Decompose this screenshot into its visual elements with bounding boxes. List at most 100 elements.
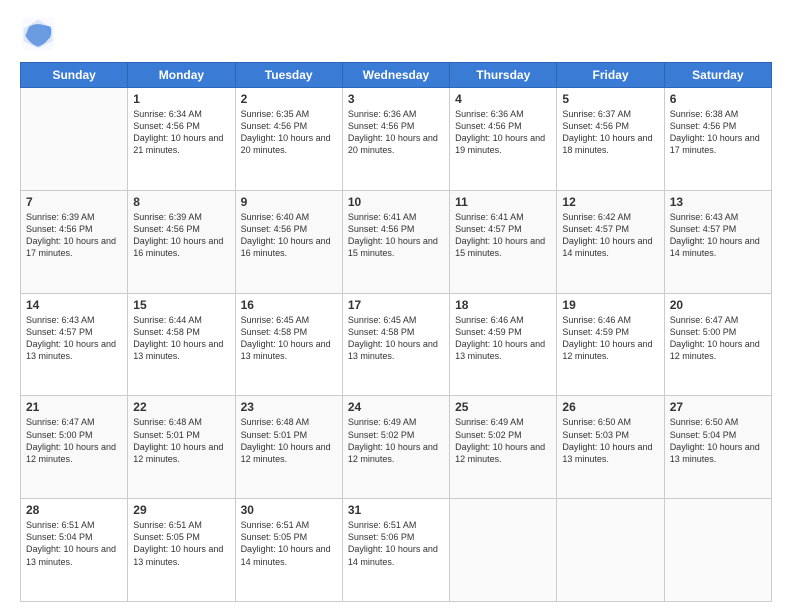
- day-info: Sunrise: 6:38 AM Sunset: 4:56 PM Dayligh…: [670, 108, 766, 157]
- day-info: Sunrise: 6:36 AM Sunset: 4:56 PM Dayligh…: [455, 108, 551, 157]
- calendar-day-cell: [664, 499, 771, 602]
- logo-icon: [20, 16, 56, 52]
- day-number: 11: [455, 195, 551, 209]
- day-info: Sunrise: 6:39 AM Sunset: 4:56 PM Dayligh…: [26, 211, 122, 260]
- day-info: Sunrise: 6:50 AM Sunset: 5:04 PM Dayligh…: [670, 416, 766, 465]
- calendar-day-cell: 7 Sunrise: 6:39 AM Sunset: 4:56 PM Daylig…: [21, 190, 128, 293]
- day-info: Sunrise: 6:43 AM Sunset: 4:57 PM Dayligh…: [670, 211, 766, 260]
- day-info: Sunrise: 6:46 AM Sunset: 4:59 PM Dayligh…: [455, 314, 551, 363]
- day-info: Sunrise: 6:41 AM Sunset: 4:57 PM Dayligh…: [455, 211, 551, 260]
- calendar-day-cell: 13 Sunrise: 6:43 AM Sunset: 4:57 PM Dayli…: [664, 190, 771, 293]
- day-info: Sunrise: 6:47 AM Sunset: 5:00 PM Dayligh…: [670, 314, 766, 363]
- day-info: Sunrise: 6:45 AM Sunset: 4:58 PM Dayligh…: [348, 314, 444, 363]
- day-info: Sunrise: 6:51 AM Sunset: 5:04 PM Dayligh…: [26, 519, 122, 568]
- day-number: 19: [562, 298, 658, 312]
- calendar-day-cell: 27 Sunrise: 6:50 AM Sunset: 5:04 PM Dayli…: [664, 396, 771, 499]
- calendar-week-row: 21 Sunrise: 6:47 AM Sunset: 5:00 PM Dayli…: [21, 396, 772, 499]
- day-number: 24: [348, 400, 444, 414]
- weekday-header-cell: Thursday: [450, 63, 557, 88]
- calendar-day-cell: 20 Sunrise: 6:47 AM Sunset: 5:00 PM Dayli…: [664, 293, 771, 396]
- day-number: 26: [562, 400, 658, 414]
- weekday-header-cell: Wednesday: [342, 63, 449, 88]
- day-number: 15: [133, 298, 229, 312]
- calendar-day-cell: 8 Sunrise: 6:39 AM Sunset: 4:56 PM Daylig…: [128, 190, 235, 293]
- day-info: Sunrise: 6:49 AM Sunset: 5:02 PM Dayligh…: [455, 416, 551, 465]
- calendar-week-row: 1Sunrise: 6:34 AM Sunset: 4:56 PM Daylig…: [21, 88, 772, 191]
- day-number: 17: [348, 298, 444, 312]
- day-info: Sunrise: 6:47 AM Sunset: 5:00 PM Dayligh…: [26, 416, 122, 465]
- calendar-table: SundayMondayTuesdayWednesdayThursdayFrid…: [20, 62, 772, 602]
- calendar-day-cell: 26 Sunrise: 6:50 AM Sunset: 5:03 PM Dayli…: [557, 396, 664, 499]
- day-number: 22: [133, 400, 229, 414]
- day-info: Sunrise: 6:36 AM Sunset: 4:56 PM Dayligh…: [348, 108, 444, 157]
- calendar-day-cell: 2Sunrise: 6:35 AM Sunset: 4:56 PM Daylig…: [235, 88, 342, 191]
- day-number: 28: [26, 503, 122, 517]
- day-number: 8: [133, 195, 229, 209]
- weekday-header-row: SundayMondayTuesdayWednesdayThursdayFrid…: [21, 63, 772, 88]
- day-number: 13: [670, 195, 766, 209]
- calendar-day-cell: 28 Sunrise: 6:51 AM Sunset: 5:04 PM Dayli…: [21, 499, 128, 602]
- day-info: Sunrise: 6:45 AM Sunset: 4:58 PM Dayligh…: [241, 314, 337, 363]
- day-number: 16: [241, 298, 337, 312]
- calendar-day-cell: 24 Sunrise: 6:49 AM Sunset: 5:02 PM Dayli…: [342, 396, 449, 499]
- calendar-day-cell: 10Sunrise: 6:41 AM Sunset: 4:56 PM Dayli…: [342, 190, 449, 293]
- day-number: 7: [26, 195, 122, 209]
- day-number: 14: [26, 298, 122, 312]
- day-number: 31: [348, 503, 444, 517]
- calendar-day-cell: 31Sunrise: 6:51 AM Sunset: 5:06 PM Dayli…: [342, 499, 449, 602]
- calendar-day-cell: 15 Sunrise: 6:44 AM Sunset: 4:58 PM Dayli…: [128, 293, 235, 396]
- day-info: Sunrise: 6:46 AM Sunset: 4:59 PM Dayligh…: [562, 314, 658, 363]
- logo: [20, 16, 60, 52]
- day-number: 21: [26, 400, 122, 414]
- calendar-day-cell: 22 Sunrise: 6:48 AM Sunset: 5:01 PM Dayli…: [128, 396, 235, 499]
- day-number: 10: [348, 195, 444, 209]
- calendar-day-cell: 30 Sunrise: 6:51 AM Sunset: 5:05 PM Dayli…: [235, 499, 342, 602]
- day-info: Sunrise: 6:37 AM Sunset: 4:56 PM Dayligh…: [562, 108, 658, 157]
- day-number: 29: [133, 503, 229, 517]
- day-number: 1: [133, 92, 229, 106]
- calendar-day-cell: 25Sunrise: 6:49 AM Sunset: 5:02 PM Dayli…: [450, 396, 557, 499]
- day-info: Sunrise: 6:42 AM Sunset: 4:57 PM Dayligh…: [562, 211, 658, 260]
- calendar-day-cell: 5 Sunrise: 6:37 AM Sunset: 4:56 PM Daylig…: [557, 88, 664, 191]
- day-number: 3: [348, 92, 444, 106]
- day-number: 12: [562, 195, 658, 209]
- calendar-day-cell: 11 Sunrise: 6:41 AM Sunset: 4:57 PM Dayli…: [450, 190, 557, 293]
- day-number: 18: [455, 298, 551, 312]
- calendar-day-cell: 12 Sunrise: 6:42 AM Sunset: 4:57 PM Dayli…: [557, 190, 664, 293]
- calendar-week-row: 14Sunrise: 6:43 AM Sunset: 4:57 PM Dayli…: [21, 293, 772, 396]
- day-info: Sunrise: 6:50 AM Sunset: 5:03 PM Dayligh…: [562, 416, 658, 465]
- day-info: Sunrise: 6:49 AM Sunset: 5:02 PM Dayligh…: [348, 416, 444, 465]
- header: [20, 16, 772, 52]
- day-number: 5: [562, 92, 658, 106]
- day-info: Sunrise: 6:40 AM Sunset: 4:56 PM Dayligh…: [241, 211, 337, 260]
- calendar-day-cell: 6 Sunrise: 6:38 AM Sunset: 4:56 PM Daylig…: [664, 88, 771, 191]
- calendar-day-cell: 17 Sunrise: 6:45 AM Sunset: 4:58 PM Dayli…: [342, 293, 449, 396]
- day-number: 2: [241, 92, 337, 106]
- day-info: Sunrise: 6:51 AM Sunset: 5:05 PM Dayligh…: [241, 519, 337, 568]
- weekday-header-cell: Friday: [557, 63, 664, 88]
- calendar-day-cell: 23Sunrise: 6:48 AM Sunset: 5:01 PM Dayli…: [235, 396, 342, 499]
- calendar-day-cell: [450, 499, 557, 602]
- calendar-day-cell: [21, 88, 128, 191]
- day-number: 27: [670, 400, 766, 414]
- day-number: 9: [241, 195, 337, 209]
- calendar-day-cell: 3 Sunrise: 6:36 AM Sunset: 4:56 PM Daylig…: [342, 88, 449, 191]
- weekday-header-cell: Tuesday: [235, 63, 342, 88]
- day-info: Sunrise: 6:48 AM Sunset: 5:01 PM Dayligh…: [133, 416, 229, 465]
- day-info: Sunrise: 6:39 AM Sunset: 4:56 PM Dayligh…: [133, 211, 229, 260]
- calendar-day-cell: 18 Sunrise: 6:46 AM Sunset: 4:59 PM Dayli…: [450, 293, 557, 396]
- calendar-week-row: 28 Sunrise: 6:51 AM Sunset: 5:04 PM Dayli…: [21, 499, 772, 602]
- day-number: 6: [670, 92, 766, 106]
- page: SundayMondayTuesdayWednesdayThursdayFrid…: [0, 0, 792, 612]
- day-number: 30: [241, 503, 337, 517]
- calendar-day-cell: 29Sunrise: 6:51 AM Sunset: 5:05 PM Dayli…: [128, 499, 235, 602]
- calendar-day-cell: 4 Sunrise: 6:36 AM Sunset: 4:56 PM Daylig…: [450, 88, 557, 191]
- calendar-week-row: 7 Sunrise: 6:39 AM Sunset: 4:56 PM Daylig…: [21, 190, 772, 293]
- day-number: 20: [670, 298, 766, 312]
- weekday-header-cell: Saturday: [664, 63, 771, 88]
- day-info: Sunrise: 6:44 AM Sunset: 4:58 PM Dayligh…: [133, 314, 229, 363]
- calendar-day-cell: [557, 499, 664, 602]
- calendar-day-cell: 1Sunrise: 6:34 AM Sunset: 4:56 PM Daylig…: [128, 88, 235, 191]
- day-number: 4: [455, 92, 551, 106]
- calendar-day-cell: 14Sunrise: 6:43 AM Sunset: 4:57 PM Dayli…: [21, 293, 128, 396]
